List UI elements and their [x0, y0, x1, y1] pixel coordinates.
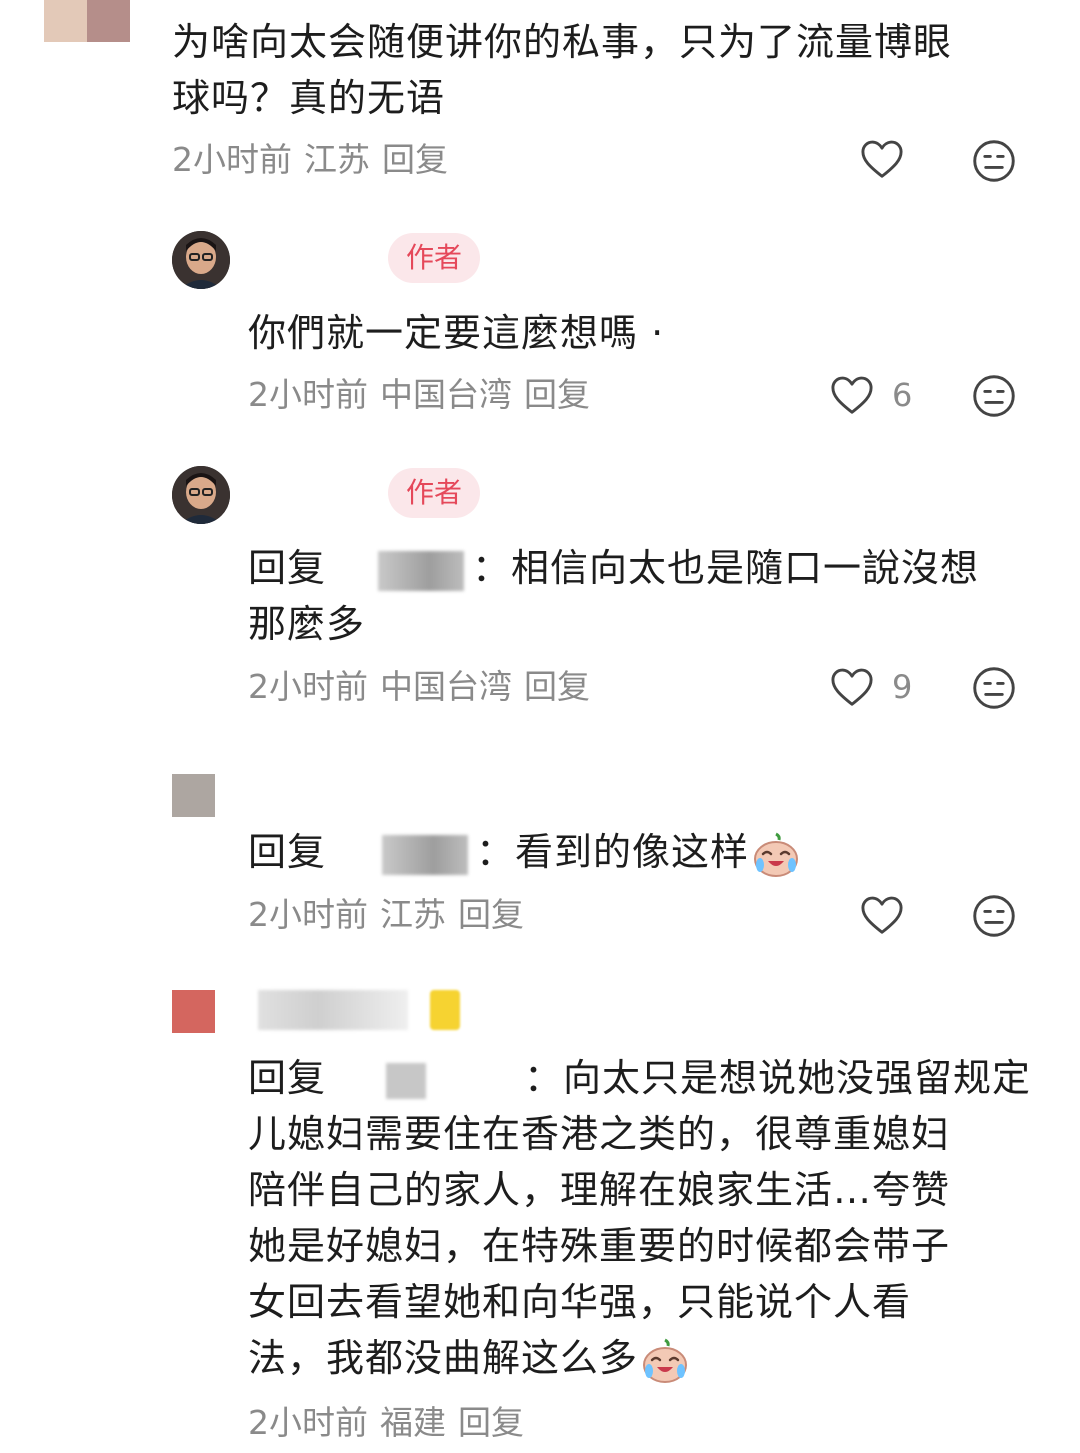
reply-colon: ：	[476, 830, 516, 874]
blurred-username[interactable]	[386, 1062, 427, 1099]
author-avatar-image	[172, 231, 230, 289]
timestamp: 2小时前	[172, 140, 292, 179]
like-count: 6	[892, 376, 913, 414]
blurred-username[interactable]	[378, 550, 465, 591]
reply-prefix: 回复	[248, 1056, 327, 1100]
reply-button[interactable]: 回复	[524, 375, 590, 414]
meh-face-icon	[973, 140, 1015, 182]
comment-3-text: 回复 ：相信向太也是隨口一說沒想 那麼多	[248, 540, 1048, 652]
location: 江苏	[304, 140, 370, 179]
reply-colon: ：	[524, 1056, 564, 1100]
comment-2-meta: 2小时前 中国台湾 回复	[248, 375, 602, 415]
author-avatar[interactable]	[172, 231, 230, 289]
comment-2-text: 你們就一定要這麼想嗎 ·	[248, 305, 1038, 361]
location: 福建	[380, 1403, 446, 1442]
reply-button[interactable]: 回复	[382, 140, 448, 179]
location: 中国台湾	[380, 667, 512, 706]
comment-text-line: 陪伴自己的家人，理解在娘家生活…夸赞	[248, 1168, 951, 1212]
dislike-button[interactable]	[972, 374, 1016, 418]
comment-text-line: 儿媳妇需要住在香港之类的，很尊重媳妇	[248, 1112, 951, 1156]
comment-text-line: 回复 ：看到的像这样	[248, 824, 1048, 880]
comment-text-line: 她是好媳妇，在特殊重要的时候都会带子	[248, 1224, 951, 1268]
reply-colon: ：	[472, 546, 512, 590]
comment-text-line: 那麼多	[248, 602, 366, 646]
comment-3-meta: 2小时前 中国台湾 回复	[248, 667, 602, 707]
location: 江苏	[380, 895, 446, 934]
comment-4-text: 回复 ：看到的像这样	[248, 824, 1048, 880]
blurred-username[interactable]	[258, 990, 408, 1030]
timestamp: 2小时前	[248, 895, 368, 934]
meh-face-icon	[973, 667, 1015, 709]
user-avatar[interactable]	[172, 774, 215, 817]
user-avatar[interactable]	[172, 990, 215, 1033]
reply-prefix: 回复	[248, 546, 327, 590]
meh-face-icon	[973, 895, 1015, 937]
location: 中国台湾	[380, 375, 512, 414]
crying-laughing-emoji-icon	[754, 832, 799, 877]
reply-button[interactable]: 回复	[458, 895, 524, 934]
blurred-username[interactable]	[382, 834, 469, 875]
comment-text-line: 球吗？真的无语	[172, 76, 446, 120]
author-badge: 作者	[388, 468, 480, 518]
timestamp: 2小时前	[248, 667, 368, 706]
reply-text: 看到的像这样	[515, 830, 750, 874]
like-button[interactable]: 6	[830, 375, 912, 415]
comment-text-line: 女回去看望她和向华强，只能说个人看	[248, 1280, 912, 1324]
reply-button[interactable]: 回复	[524, 667, 590, 706]
dislike-button[interactable]	[972, 139, 1016, 183]
heart-outline-icon	[861, 896, 903, 934]
avatar-cropped[interactable]	[44, 0, 130, 42]
reply-text: 法，我都没曲解这么多	[248, 1336, 639, 1380]
reply-prefix: 回复	[248, 830, 327, 874]
author-avatar-image	[172, 466, 230, 524]
heart-outline-icon	[831, 668, 873, 706]
crying-laughing-emoji-icon	[643, 1338, 688, 1383]
dislike-button[interactable]	[972, 894, 1016, 938]
comment-1-text: 为啥向太会随便讲你的私事，只为了流量博眼 球吗？真的无语	[172, 14, 1052, 126]
reply-text: 相信向太也是隨口一說沒想	[511, 546, 980, 590]
comment-text-line: 你們就一定要這麼想嗎 ·	[248, 311, 665, 355]
comment-4-meta: 2小时前 江苏 回复	[248, 895, 536, 935]
comment-text-line: 法，我都没曲解这么多	[248, 1330, 1048, 1386]
comment-1-meta: 2小时前 江苏 回复	[172, 140, 460, 180]
comment-text-line: 为啥向太会随便讲你的私事，只为了流量博眼	[172, 20, 953, 64]
like-button[interactable]: 9	[830, 667, 912, 707]
like-button[interactable]	[860, 895, 904, 935]
reply-button[interactable]: 回复	[458, 1403, 524, 1442]
heart-outline-icon	[831, 376, 873, 414]
like-count: 9	[892, 668, 913, 706]
comment-5-text: 回复 ：向太只是想说她没强留规定 儿媳妇需要住在香港之类的，很尊重媳妇 陪伴自己的…	[248, 1050, 1048, 1386]
timestamp: 2小时前	[248, 375, 368, 414]
like-button[interactable]	[860, 139, 904, 179]
comment-5-meta: 2小时前 福建 回复	[248, 1403, 536, 1443]
heart-outline-icon	[861, 140, 903, 178]
author-avatar[interactable]	[172, 466, 230, 524]
reply-text: 向太只是想说她没强留规定	[563, 1056, 1032, 1100]
dislike-button[interactable]	[972, 666, 1016, 710]
timestamp: 2小时前	[248, 1403, 368, 1442]
meh-face-icon	[973, 375, 1015, 417]
author-badge: 作者	[388, 233, 480, 283]
comment-text-line: 回复 ：向太只是想说她没强留规定	[248, 1050, 1048, 1106]
badge-icon	[430, 990, 460, 1030]
comment-text-line: 回复 ：相信向太也是隨口一說沒想	[248, 540, 1048, 596]
